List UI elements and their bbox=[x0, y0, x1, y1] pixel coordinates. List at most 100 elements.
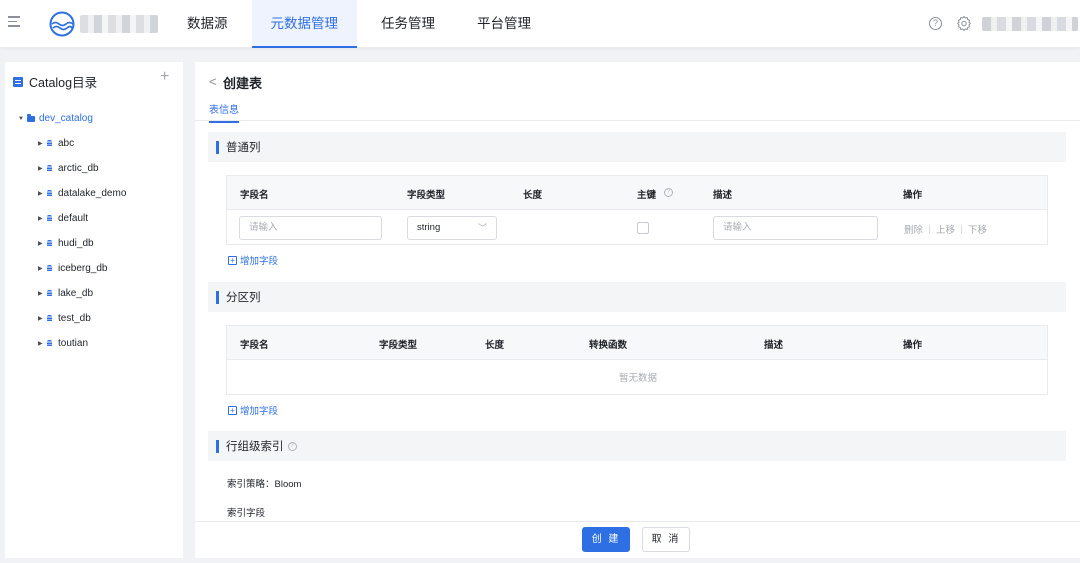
main-nav: 数据源 元数据管理 任务管理 平台管理 bbox=[177, 0, 563, 48]
user-name-blurred[interactable] bbox=[982, 17, 1078, 31]
plus-square-icon: + bbox=[228, 255, 237, 265]
tree-node-label: dev_catalog bbox=[39, 113, 93, 124]
section-accent-bar bbox=[216, 140, 219, 154]
caret-right-icon[interactable]: ▶ bbox=[38, 190, 47, 197]
col-header-name: 字段名 bbox=[240, 340, 269, 351]
help-icon[interactable]: ? bbox=[929, 17, 942, 30]
col-header-length: 长度 bbox=[523, 190, 543, 201]
section-title: 普通列 bbox=[226, 142, 261, 154]
database-icon bbox=[47, 190, 52, 197]
create-button[interactable]: 创 建 bbox=[582, 527, 630, 552]
section-partition-columns: 分区列 bbox=[208, 282, 1066, 312]
nav-item-tasks[interactable]: 任务管理 bbox=[371, 0, 445, 48]
delete-button[interactable]: 删除 bbox=[904, 225, 923, 236]
col-header-pk: 主键 bbox=[637, 190, 657, 201]
nav-item-platform[interactable]: 平台管理 bbox=[467, 0, 541, 48]
database-icon bbox=[47, 290, 52, 297]
database-icon bbox=[47, 240, 52, 247]
catalog-tree: ▼ dev_catalog ▶ abc ▶ arctic_db ▶ datalake_… bbox=[5, 106, 183, 356]
tree-node-db[interactable]: ▶ datalake_demo bbox=[5, 181, 183, 206]
cancel-button[interactable]: 取 消 bbox=[642, 527, 690, 552]
logo[interactable] bbox=[49, 11, 75, 37]
database-icon bbox=[47, 215, 52, 222]
sidebar-title-text: Catalog目录 bbox=[29, 76, 98, 90]
catalog-sidebar: Catalog目录 + ▼ dev_catalog ▶ abc ▶ arctic_d… bbox=[5, 62, 183, 558]
database-icon bbox=[47, 340, 52, 347]
col-header-desc: 描述 bbox=[713, 190, 733, 201]
caret-right-icon[interactable]: ▶ bbox=[38, 165, 47, 172]
empty-row: 暂无数据 bbox=[227, 360, 1047, 394]
section-title: 行组级索引 bbox=[226, 441, 284, 453]
caret-right-icon[interactable]: ▶ bbox=[38, 240, 47, 247]
menu-toggle-icon[interactable] bbox=[8, 16, 20, 28]
database-icon bbox=[47, 140, 52, 147]
caret-down-icon[interactable]: ▼ bbox=[18, 116, 27, 122]
tree-node-db[interactable]: ▶ hudi_db bbox=[5, 231, 183, 256]
index-strategy-label: 索引策略： bbox=[227, 479, 275, 490]
caret-right-icon[interactable]: ▶ bbox=[38, 340, 47, 347]
nav-item-datasource[interactable]: 数据源 bbox=[177, 0, 238, 48]
tree-node-db[interactable]: ▶ abc bbox=[5, 131, 183, 156]
field-name-input[interactable]: 请输入 bbox=[239, 216, 382, 240]
add-catalog-button[interactable]: + bbox=[160, 68, 169, 86]
empty-placeholder: 暂无数据 bbox=[618, 373, 657, 384]
tree-node-label: default bbox=[58, 213, 89, 224]
tree-node-db[interactable]: ▶ default bbox=[5, 206, 183, 231]
table-header: 字段名 字段类型 长度 转换函数 描述 操作 bbox=[227, 326, 1047, 360]
back-icon[interactable]: < bbox=[209, 74, 217, 89]
field-type-select[interactable]: string ﹀ bbox=[407, 216, 497, 240]
add-partition-field-button[interactable]: + 增加字段 bbox=[228, 403, 278, 417]
tree-node-db[interactable]: ▶ test_db bbox=[5, 306, 183, 331]
page-title: 创建表 bbox=[223, 76, 263, 91]
table-row: 请输入 string ﹀ 请输入 删除 上移 下移 bbox=[227, 210, 1047, 244]
tree-node-db[interactable]: ▶ toutian bbox=[5, 331, 183, 356]
caret-right-icon[interactable]: ▶ bbox=[38, 265, 47, 272]
caret-right-icon[interactable]: ▶ bbox=[38, 290, 47, 297]
section-accent-bar bbox=[216, 290, 219, 304]
tree-node-db[interactable]: ▶ arctic_db bbox=[5, 156, 183, 181]
normal-columns-table: 字段名 字段类型 长度 主键 ? 描述 操作 请输入 string ﹀ 请输入 … bbox=[226, 175, 1048, 245]
pk-help-icon[interactable]: ? bbox=[664, 188, 673, 197]
product-name-blurred bbox=[80, 15, 158, 33]
database-icon bbox=[47, 315, 52, 322]
database-icon bbox=[47, 265, 52, 272]
section-row-group-index: 行组级索引 ? bbox=[208, 431, 1066, 461]
field-desc-input[interactable]: 请输入 bbox=[713, 216, 878, 240]
gear-icon[interactable] bbox=[956, 15, 972, 31]
form-footer: 创 建 取 消 bbox=[195, 521, 1080, 558]
tree-node-db[interactable]: ▶ lake_db bbox=[5, 281, 183, 306]
tree-node-label: datalake_demo bbox=[58, 188, 127, 199]
move-down-button[interactable]: 下移 bbox=[968, 225, 987, 236]
sidebar-title: Catalog目录 bbox=[13, 72, 97, 91]
col-header-transform: 转换函数 bbox=[589, 340, 628, 351]
col-header-ops: 操作 bbox=[903, 190, 923, 201]
nav-item-metadata[interactable]: 元数据管理 bbox=[251, 0, 357, 48]
caret-right-icon[interactable]: ▶ bbox=[38, 315, 47, 322]
index-fields-label: 索引字段 bbox=[227, 508, 266, 519]
col-header-name: 字段名 bbox=[240, 190, 269, 201]
table-header: 字段名 字段类型 长度 主键 ? 描述 操作 bbox=[227, 176, 1047, 210]
folder-icon bbox=[27, 113, 35, 122]
caret-right-icon[interactable]: ▶ bbox=[38, 215, 47, 222]
caret-right-icon[interactable]: ▶ bbox=[38, 140, 47, 147]
col-header-desc: 描述 bbox=[764, 340, 784, 351]
plus-square-icon: + bbox=[228, 405, 237, 415]
database-icon bbox=[47, 165, 52, 172]
partition-columns-table: 字段名 字段类型 长度 转换函数 描述 操作 暂无数据 bbox=[226, 325, 1048, 395]
col-header-type: 字段类型 bbox=[379, 340, 418, 351]
tree-node-label: toutian bbox=[58, 338, 89, 349]
row-operations: 删除 上移 下移 bbox=[904, 222, 987, 236]
tree-node-label: arctic_db bbox=[58, 163, 99, 174]
move-up-button[interactable]: 上移 bbox=[936, 225, 955, 236]
chevron-down-icon: ﹀ bbox=[477, 223, 487, 233]
section-accent-bar bbox=[216, 439, 219, 453]
tree-node-db[interactable]: ▶ iceberg_db bbox=[5, 256, 183, 281]
primary-key-checkbox[interactable] bbox=[637, 222, 649, 234]
col-header-length: 长度 bbox=[485, 340, 505, 351]
index-strategy: 索引策略：Bloom bbox=[227, 476, 301, 490]
tree-node-dev-catalog[interactable]: ▼ dev_catalog bbox=[5, 106, 183, 131]
add-normal-field-button[interactable]: + 增加字段 bbox=[228, 253, 278, 267]
top-bar: 数据源 元数据管理 任务管理 平台管理 ? bbox=[0, 0, 1080, 48]
info-icon[interactable]: ? bbox=[287, 441, 297, 451]
section-normal-columns: 普通列 bbox=[208, 132, 1066, 162]
